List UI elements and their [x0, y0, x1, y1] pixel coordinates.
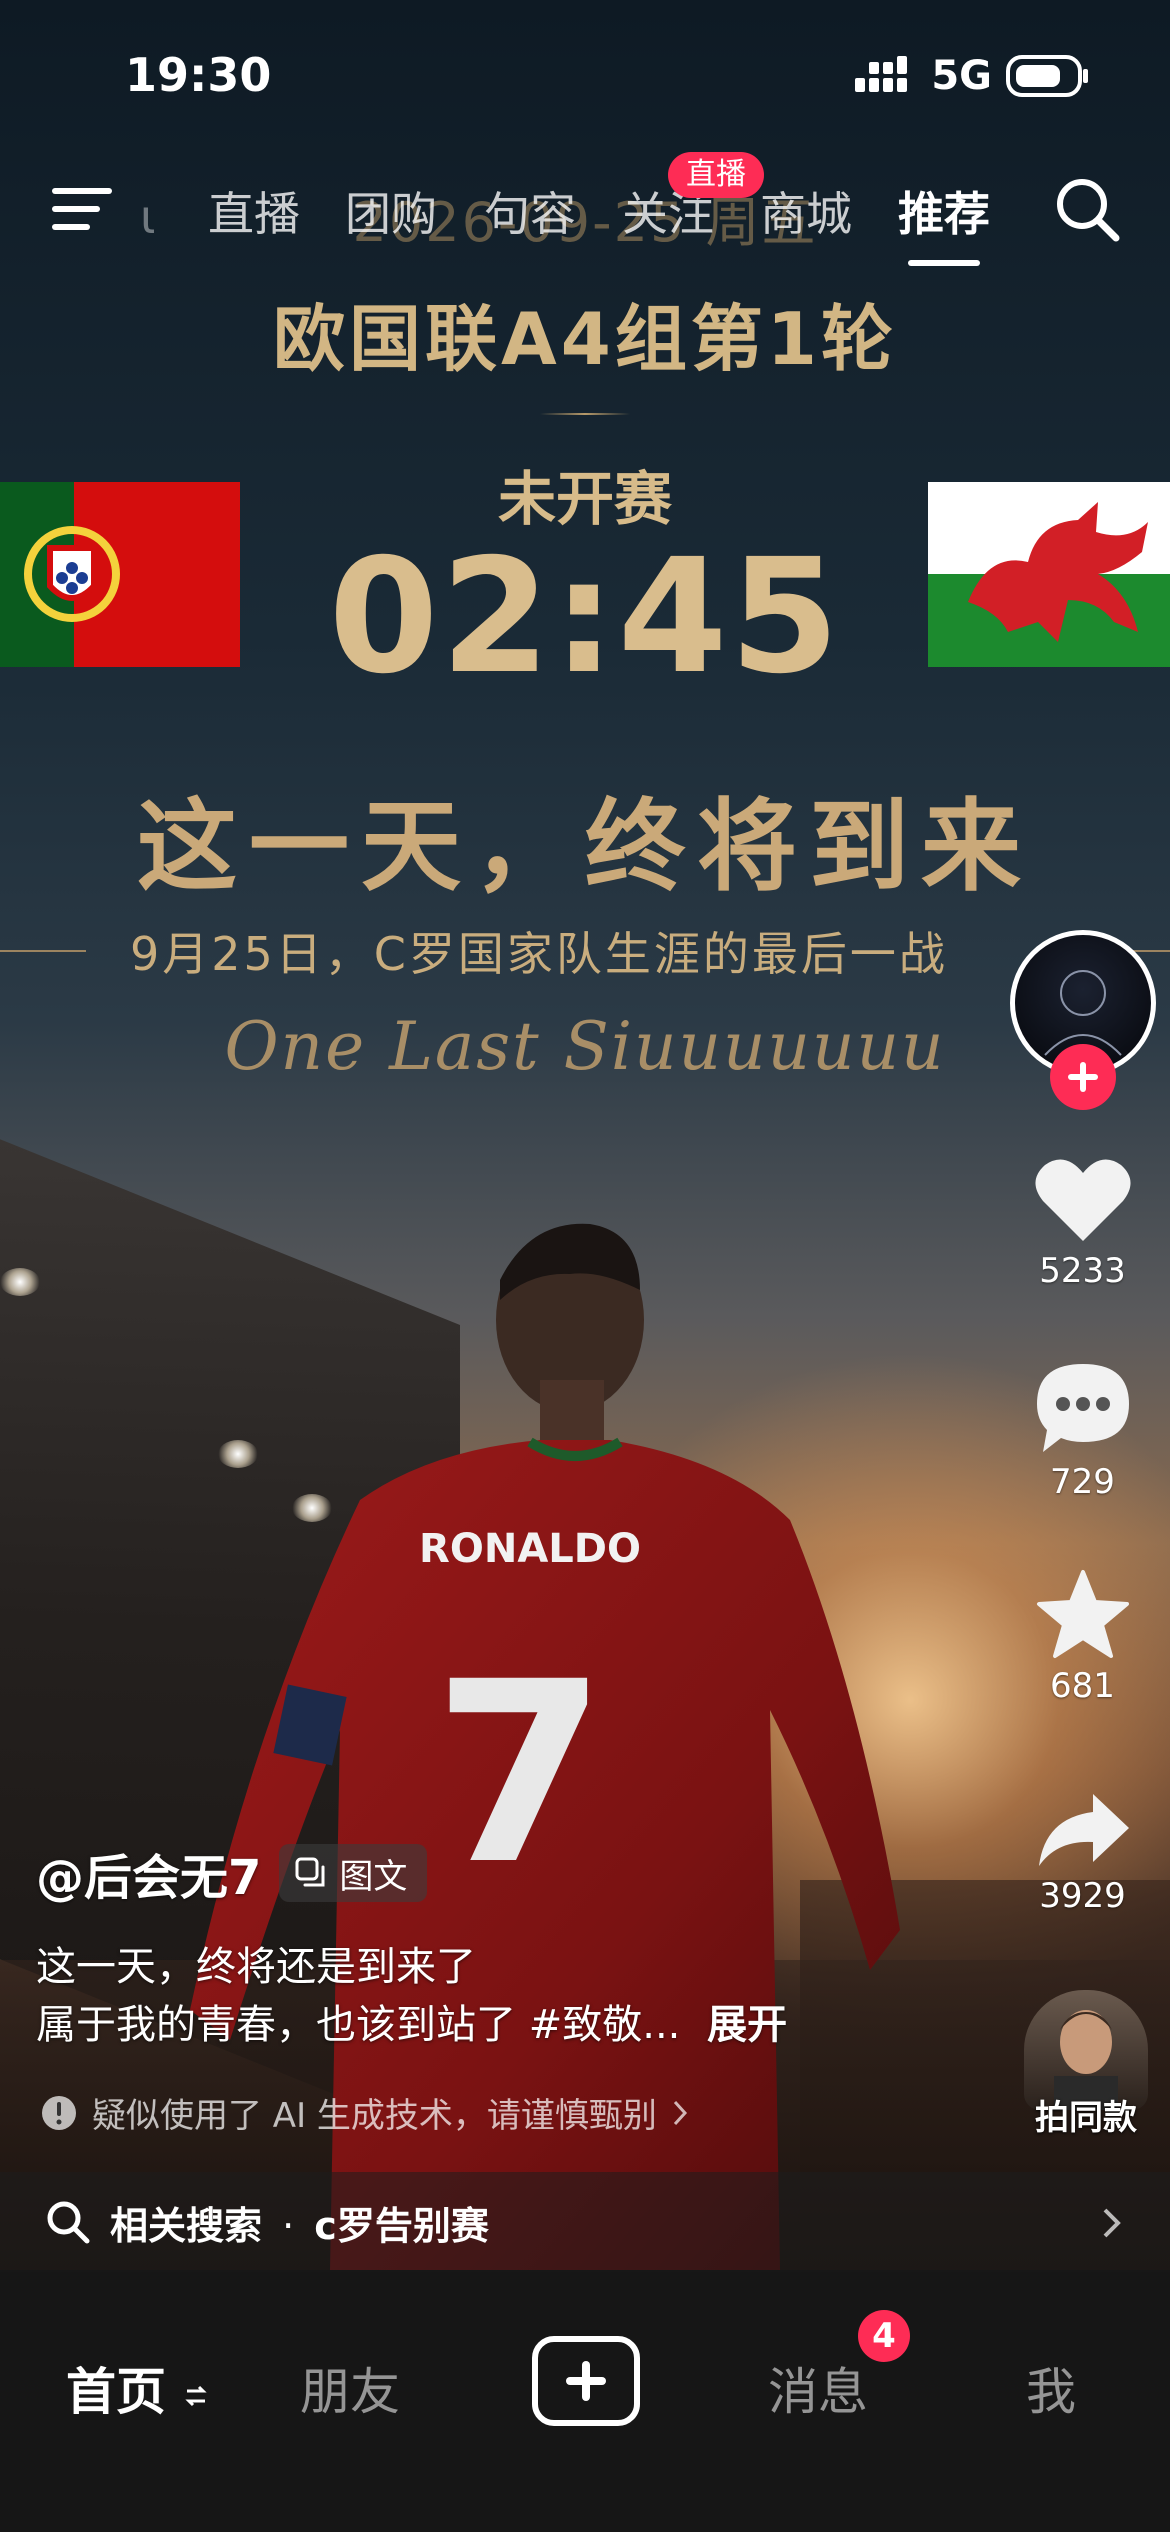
chevron-right-icon [1103, 2208, 1121, 2238]
jersey-name: RONALDO [419, 1526, 641, 1572]
related-search-text: 相关搜索 · c罗告别赛 [110, 2195, 489, 2250]
ai-notice[interactable]: 疑似使用了 AI 生成技术，请谨慎甄别 [40, 2088, 691, 2137]
status-time: 19:30 [125, 48, 272, 102]
live-badge: 直播 [668, 152, 764, 198]
tab-recommended[interactable]: 推荐 [898, 178, 990, 244]
image-text-icon [295, 1857, 325, 1887]
poster-subtitle: 9月25日，C罗国家队生涯的最后一战 [130, 927, 948, 981]
tab-home[interactable]: 首页 [66, 2352, 209, 2424]
battery-icon [1006, 55, 1088, 97]
post-type-label: 图文 [339, 1856, 408, 1897]
caption-line: 这一天，终将还是到来了 [36, 1944, 476, 1990]
tab-live[interactable]: 直播 [208, 178, 300, 244]
related-search-bar[interactable]: 相关搜索 · c罗告别赛 [0, 2172, 1170, 2272]
search-icon[interactable] [1052, 174, 1122, 244]
search-icon [47, 2201, 90, 2244]
poster-slogan: 这一天，终将到来 [137, 787, 1033, 905]
chevron-right-icon [673, 2100, 687, 2125]
heart-icon [1034, 1159, 1131, 1241]
caption-line: 属于我的青春，也该到站了 #致敬... [36, 2002, 681, 2048]
related-search-prefix: 相关搜索 [110, 2203, 263, 2248]
author-name[interactable]: @后会无7 [36, 1838, 261, 1908]
like-button[interactable]: 5233 [1020, 1155, 1145, 1291]
messages-badge: 4 [858, 2310, 910, 2362]
favorite-button[interactable]: 681 [1020, 1568, 1145, 1706]
tab-mall[interactable]: 商城 [760, 178, 852, 244]
info-icon [42, 2095, 76, 2130]
ai-notice-text: 疑似使用了 AI 生成技术，请谨慎甄别 [92, 2096, 657, 2136]
comment-button[interactable]: 729 [1020, 1360, 1145, 1502]
poster-script-line: One Last Siuuuuuuu [224, 1008, 946, 1085]
share-count: 3929 [1039, 1876, 1126, 1916]
post-caption[interactable]: 这一天，终将还是到来了 属于我的青春，也该到站了 #致敬... 展开 [36, 1938, 787, 2054]
related-search-separator: · [282, 2203, 295, 2248]
bottom-tab-bar: 首页 朋友 消息 4 我 [0, 2272, 1170, 2532]
author-row: @后会无7 图文 [36, 1838, 428, 1908]
nav-overflow-hint: ι [140, 190, 156, 244]
tab-group-buy[interactable]: 团购 [345, 178, 437, 244]
tab-me[interactable]: 我 [1026, 2352, 1076, 2424]
create-button[interactable] [532, 2336, 640, 2426]
portugal-flag-icon [0, 482, 240, 667]
menu-icon[interactable] [52, 182, 116, 236]
active-tab-indicator [908, 260, 980, 266]
favorite-count: 681 [1050, 1666, 1115, 1706]
post-type-badge: 图文 [279, 1844, 428, 1902]
refresh-arrows-icon [185, 2385, 208, 2406]
wales-flag-icon [928, 482, 1170, 667]
plus-icon [1068, 1062, 1098, 1092]
poster-divider [540, 413, 630, 415]
comment-count: 729 [1050, 1462, 1115, 1502]
caption-line-2: 属于我的青春，也该到站了 #致敬... 展开 [36, 1996, 787, 2054]
same-style-label: 拍同款 [1035, 2098, 1137, 2138]
share-icon [1038, 1794, 1129, 1866]
top-nav: ι 直播 团购 句容 关注 商城 推荐 直播 [0, 152, 1170, 266]
tab-home-label: 首页 [66, 2363, 166, 2421]
tab-local[interactable]: 句容 [484, 178, 576, 244]
share-button[interactable]: 3929 [1020, 1790, 1145, 1916]
stadium-light [0, 1268, 40, 1296]
status-indicators: 5G [855, 52, 1090, 100]
poster-match-title: 欧国联A4组第1轮 [273, 297, 897, 381]
related-search-keyword: c罗告别赛 [314, 2203, 489, 2248]
signal-icon [855, 56, 908, 92]
tab-friends[interactable]: 朋友 [300, 2352, 400, 2424]
same-style-button[interactable]: 拍同款 [1024, 1990, 1148, 2139]
poster-line-left [0, 950, 86, 952]
plus-icon [566, 2361, 606, 2401]
tab-messages[interactable]: 消息 [768, 2352, 868, 2424]
comment-icon [1036, 1364, 1129, 1452]
network-type: 5G [931, 53, 992, 99]
like-count: 5233 [1039, 1251, 1126, 1291]
jersey-number: 7 [433, 1628, 607, 1919]
star-icon [1036, 1570, 1129, 1658]
follow-button[interactable] [1050, 1044, 1116, 1110]
expand-link[interactable]: 展开 [707, 2002, 787, 2048]
